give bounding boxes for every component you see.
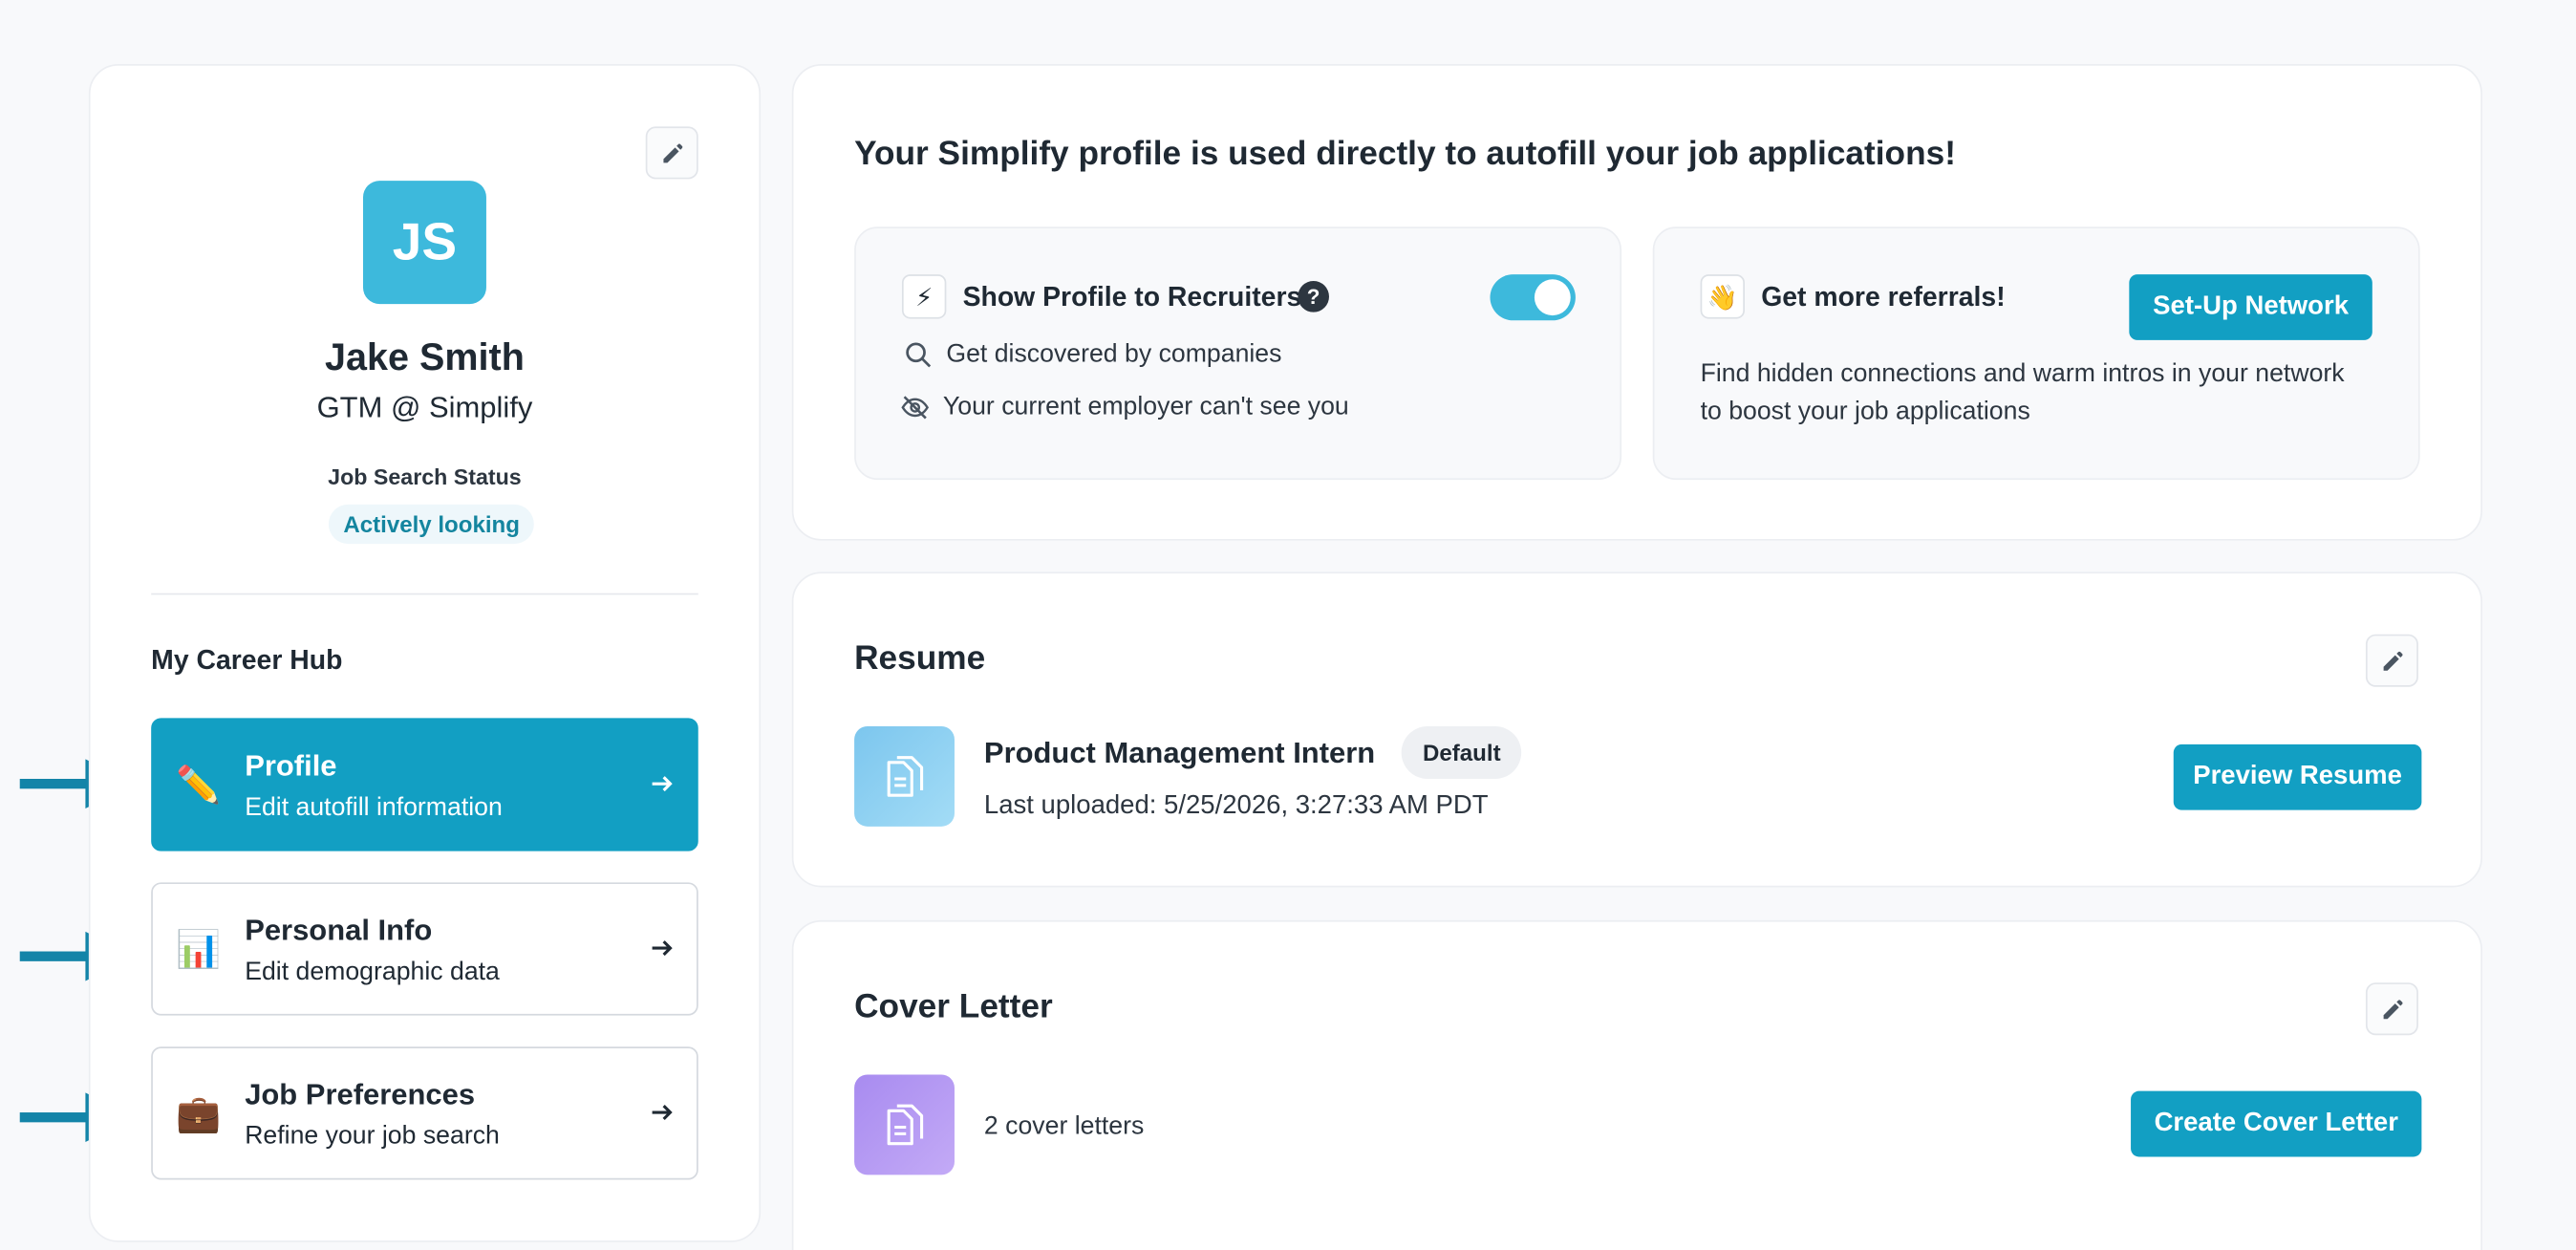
bullet-text: Get discovered by companies (946, 339, 1282, 369)
setup-network-button[interactable]: Set-Up Network (2129, 274, 2372, 340)
waving-hand-icon: 👋 (1700, 274, 1746, 319)
resume-file-name[interactable]: Product Management Intern (984, 736, 1375, 770)
page: JS Jake Smith GTM @ Simplify Job Search … (0, 0, 2576, 1250)
eye-off-icon (901, 396, 930, 420)
hub-item-title: Profile (245, 749, 337, 783)
referrals-card: 👋 Get more referrals! Set-Up Network Fin… (1652, 226, 2420, 481)
show-profile-toggle[interactable] (1490, 274, 1576, 321)
job-search-status-label: Job Search Status (328, 464, 522, 490)
pencil-emoji-icon: ✏️ (175, 764, 222, 806)
job-search-status-badge[interactable]: Actively looking (328, 504, 535, 545)
career-hub-heading: My Career Hub (151, 645, 343, 676)
help-icon[interactable]: ? (1298, 281, 1329, 312)
toggle-knob (1534, 279, 1571, 316)
hub-item-title: Job Preferences (245, 1077, 476, 1111)
edit-resume-button[interactable] (2365, 634, 2418, 687)
edit-cover-letter-button[interactable] (2365, 982, 2418, 1036)
hub-item-job-preferences[interactable]: 💼 Job Preferences Refine your job search (151, 1046, 698, 1180)
profile-sidebar: JS Jake Smith GTM @ Simplify Job Search … (88, 64, 762, 1242)
cover-letter-title: Cover Letter (854, 987, 1053, 1025)
hub-item-personal-info[interactable]: 📊 Personal Info Edit demographic data (151, 882, 698, 1016)
hub-item-subtitle: Refine your job search (245, 1122, 500, 1151)
autofill-heading: Your Simplify profile is used directly t… (854, 134, 1956, 173)
resume-title: Resume (854, 638, 986, 678)
resume-upload-date: Last uploaded: 5/25/2026, 3:27:33 AM PDT (983, 791, 1489, 820)
arrow-right-icon (652, 940, 673, 957)
user-name: Jake Smith (325, 334, 525, 378)
arrow-right-icon (652, 776, 673, 792)
bullet-text: Your current employer can't see you (942, 392, 1349, 421)
divider (151, 593, 698, 595)
recruiters-title: Show Profile to Recruiters (962, 282, 1302, 312)
arrow-right-icon (652, 1105, 673, 1121)
default-badge: Default (1401, 725, 1522, 779)
avatar: JS (362, 181, 486, 305)
cover-letter-document-icon (854, 1074, 955, 1175)
pencil-icon (662, 142, 682, 162)
hub-item-subtitle: Edit demographic data (245, 958, 500, 986)
briefcase-emoji-icon: 💼 (175, 1092, 222, 1134)
preview-resume-button[interactable]: Preview Resume (2173, 744, 2422, 810)
referrals-title: Get more referrals! (1761, 282, 2006, 312)
search-icon (906, 342, 932, 368)
bullet-discovered: Get discovered by companies (904, 339, 1282, 370)
pencil-icon (2382, 650, 2402, 670)
bullet-employer-hidden: Your current employer can't see you (900, 393, 1349, 422)
referrals-description: Find hidden connections and warm intros … (1700, 359, 2345, 426)
recruiters-card: ⚡ Show Profile to Recruiters ? Get disco… (854, 226, 1622, 481)
edit-profile-button[interactable] (645, 126, 698, 180)
resume-document-icon (854, 725, 955, 827)
resume-card: Resume Product Management Intern Default… (791, 571, 2483, 888)
hub-item-profile[interactable]: ✏️ Profile Edit autofill information (151, 718, 698, 851)
user-title: GTM @ Simplify (316, 391, 533, 424)
pencil-icon (2382, 999, 2402, 1019)
lightning-icon: ⚡ (901, 274, 947, 319)
cover-letter-card: Cover Letter 2 cover letters Create Cove… (791, 919, 2483, 1250)
cover-letter-count: 2 cover letters (983, 1112, 1145, 1141)
bar-chart-emoji-icon: 📊 (175, 928, 222, 970)
hub-item-title: Personal Info (245, 913, 433, 947)
create-cover-letter-button[interactable]: Create Cover Letter (2131, 1090, 2422, 1157)
hub-item-subtitle: Edit autofill information (245, 793, 503, 822)
autofill-card: Your Simplify profile is used directly t… (791, 64, 2483, 541)
